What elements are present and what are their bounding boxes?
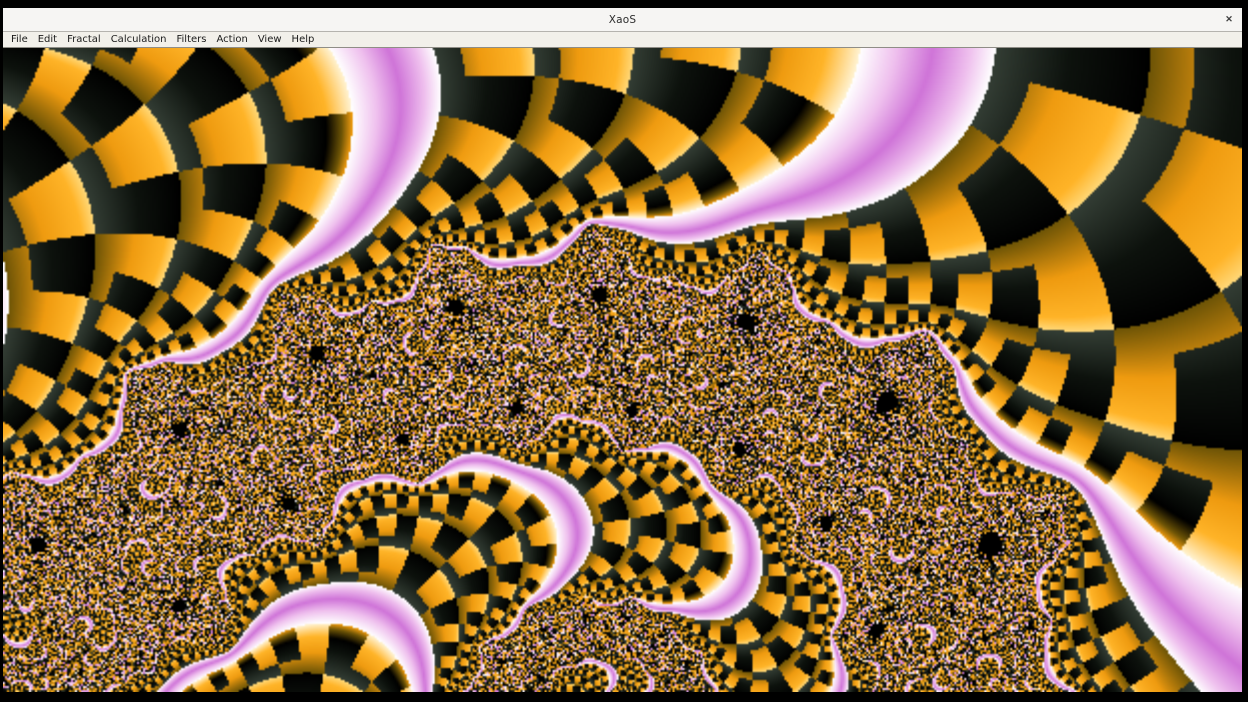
menu-item-action[interactable]: Action <box>211 32 252 47</box>
screen: { "window": { "title": "XaoS" }, "titleb… <box>0 0 1248 702</box>
menu-item-file[interactable]: File <box>6 32 33 47</box>
menu-item-view[interactable]: View <box>253 32 287 47</box>
close-button[interactable]: ✕ <box>1220 11 1238 29</box>
fractal-canvas[interactable] <box>3 48 1242 692</box>
menu-bar: File Edit Fractal Calculation Filters Ac… <box>3 32 1242 48</box>
window-title: XaoS <box>609 14 637 26</box>
menu-item-edit[interactable]: Edit <box>33 32 62 47</box>
title-bar[interactable]: XaoS ✕ <box>3 8 1242 32</box>
menu-item-fractal[interactable]: Fractal <box>62 32 106 47</box>
xaos-window: XaoS ✕ File Edit Fractal Calculation Fil… <box>3 8 1242 692</box>
menu-item-filters[interactable]: Filters <box>172 32 212 47</box>
close-icon: ✕ <box>1225 15 1233 24</box>
menu-item-help[interactable]: Help <box>287 32 320 47</box>
menu-item-calculation[interactable]: Calculation <box>106 32 172 47</box>
fractal-view <box>3 48 1242 692</box>
